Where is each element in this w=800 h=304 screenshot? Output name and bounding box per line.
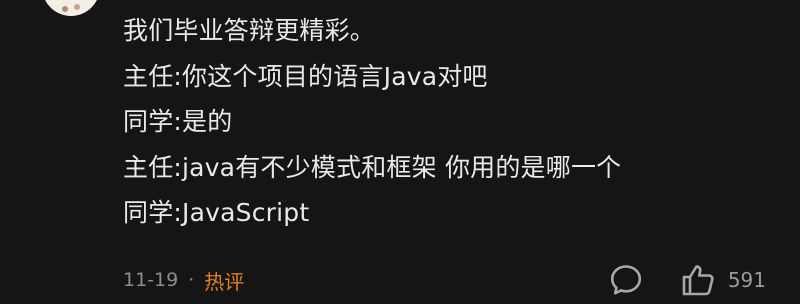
- comment-line: 主任:你这个项目的语言Java对吧: [123, 61, 488, 91]
- comment-line: 同学:JavaScript: [123, 198, 310, 227]
- avatar-decoration: [74, 4, 80, 10]
- like-count: 591: [727, 268, 766, 292]
- avatar[interactable]: [42, 0, 100, 16]
- hot-comment-badge: 热评: [204, 269, 245, 294]
- comment-line: 我们毕业答辩更精彩。: [123, 16, 376, 45]
- comment-date: 11-19: [123, 269, 179, 291]
- reply-button[interactable]: [604, 258, 648, 302]
- comment-body: 我们毕业答辩更精彩。 主任:你这个项目的语言Java对吧 同学:是的 主任:ja…: [123, 8, 783, 236]
- comment-meta: 11-19 · 热评: [123, 262, 244, 298]
- like-button[interactable]: [676, 258, 720, 302]
- comment-actions: 591: [604, 258, 766, 302]
- comment-bubble-icon: [610, 265, 641, 295]
- thumbs-up-icon: [682, 265, 714, 296]
- comment-line: 主任:java有不少模式和框架 你用的是哪一个: [123, 152, 622, 182]
- avatar-decoration: [62, 6, 68, 12]
- comment-line: 同学:是的: [123, 107, 233, 136]
- meta-separator: ·: [188, 269, 195, 291]
